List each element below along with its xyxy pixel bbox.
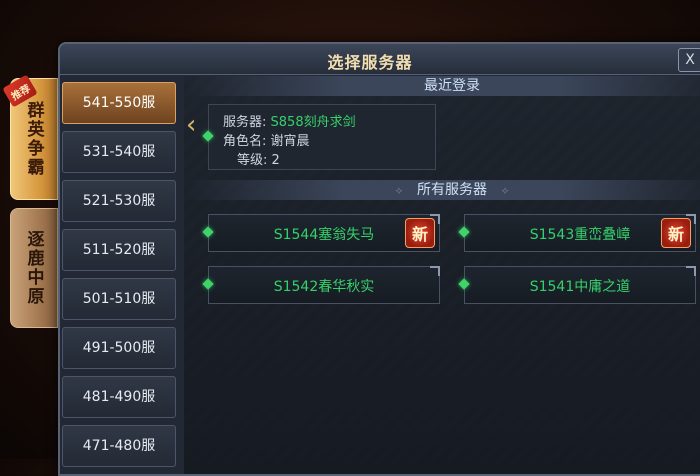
- server-entry-s1542[interactable]: S1542春华秋实: [202, 266, 440, 304]
- corner-ornament: [430, 214, 440, 224]
- title-bar: 选择服务器 X: [60, 44, 700, 75]
- corner-ornament: [430, 266, 440, 276]
- server-select-panel: 选择服务器 X 541-550服 531-540服 521-530服 511-5…: [58, 42, 700, 476]
- close-button[interactable]: X: [678, 48, 700, 72]
- panel-title: 选择服务器: [327, 53, 413, 72]
- recent-server-card[interactable]: 服务器: S858刻舟求剑 角色名: 谢宵晨 等级: 2: [202, 104, 436, 170]
- role-label: 角色名:: [223, 134, 267, 149]
- level-label: 等级:: [237, 153, 268, 168]
- range-item-531-540[interactable]: 531-540服: [62, 131, 176, 173]
- corner-ornament: [686, 266, 696, 276]
- server-range-list: 541-550服 531-540服 521-530服 511-520服 501-…: [62, 82, 178, 474]
- corner-ornament: [686, 214, 696, 224]
- tab-qunying-label: 群英争霸: [23, 101, 44, 177]
- server-name: S1541中庸之道: [529, 279, 631, 295]
- server-entry-s1543[interactable]: S1543重峦叠嶂 新: [458, 214, 696, 252]
- recent-login-header: 最近登录: [184, 76, 700, 96]
- chevron-left-icon[interactable]: ‹: [186, 112, 196, 138]
- role-value: 谢宵晨: [270, 134, 310, 149]
- range-item-481-490[interactable]: 481-490服: [62, 376, 176, 418]
- range-item-491-500[interactable]: 491-500服: [62, 327, 176, 369]
- recent-role-row: 角色名: 谢宵晨: [223, 130, 310, 149]
- server-entry-s1544[interactable]: S1544塞翁失马 新: [202, 214, 440, 252]
- all-servers-header: ⟡ 所有服务器 ⟡: [184, 180, 700, 200]
- range-item-521-530[interactable]: 521-530服: [62, 180, 176, 222]
- range-item-511-520[interactable]: 511-520服: [62, 229, 176, 271]
- server-value: S858刻舟求剑: [270, 115, 356, 130]
- server-content-area: 最近登录 ‹ 服务器: S858刻舟求剑 角色名: 谢宵晨 等级: 2 ⟡ 所有…: [184, 76, 700, 474]
- tab-zhulu-zhongyuan[interactable]: 逐鹿中原: [10, 208, 58, 328]
- range-item-471-480[interactable]: 471-480服: [62, 425, 176, 467]
- green-diamond-icon: [202, 130, 214, 142]
- right-ornament-icon: ⟡: [501, 184, 509, 197]
- server-entry-s1541[interactable]: S1541中庸之道: [458, 266, 696, 304]
- recent-login-title: 最近登录: [424, 78, 480, 94]
- level-value: 2: [271, 153, 280, 168]
- server-name: S1542春华秋实: [273, 279, 375, 295]
- all-servers-title: 所有服务器: [417, 182, 487, 198]
- range-item-541-550[interactable]: 541-550服: [62, 82, 176, 124]
- recent-level-row: 等级: 2: [237, 149, 280, 168]
- tab-zhulu-label: 逐鹿中原: [23, 230, 44, 306]
- left-ornament-icon: ⟡: [395, 184, 403, 197]
- range-item-501-510[interactable]: 501-510服: [62, 278, 176, 320]
- recent-server-row: 服务器: S858刻舟求剑: [223, 111, 356, 130]
- server-label: 服务器:: [223, 115, 267, 130]
